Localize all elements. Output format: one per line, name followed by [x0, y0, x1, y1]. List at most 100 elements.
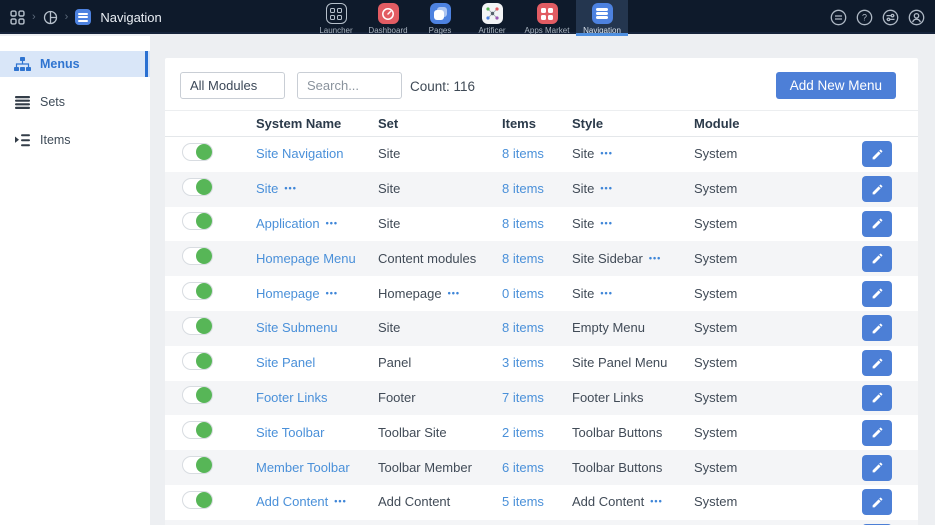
- menu-enabled-toggle[interactable]: [182, 491, 213, 509]
- tab-navigation[interactable]: Navigation: [576, 0, 628, 36]
- module-label: System: [694, 251, 737, 266]
- items-count-link[interactable]: 6 items: [502, 460, 544, 475]
- items-count-link[interactable]: 5 items: [502, 494, 544, 509]
- tab-launcher[interactable]: Launcher: [310, 0, 362, 36]
- module-label: System: [694, 216, 737, 231]
- menu-name-link[interactable]: Footer Links: [256, 390, 328, 405]
- menu-enabled-toggle[interactable]: [182, 178, 213, 196]
- site-circle-icon[interactable]: [43, 10, 58, 25]
- ellipsis-icon[interactable]: •••: [600, 218, 612, 228]
- ellipsis-icon[interactable]: •••: [326, 218, 338, 228]
- search-input[interactable]: [297, 72, 402, 99]
- tab-artificer[interactable]: Artificer: [466, 0, 518, 36]
- menu-name-link[interactable]: Site Submenu: [256, 320, 338, 335]
- tab-dashboard[interactable]: Dashboard: [362, 0, 414, 36]
- set-label: Site: [378, 216, 400, 231]
- menu-name-link[interactable]: Site: [256, 181, 278, 196]
- tab-pages[interactable]: Pages: [414, 0, 466, 36]
- set-label: Site: [378, 146, 400, 161]
- menu-enabled-toggle[interactable]: [182, 212, 213, 230]
- sidebar-item-items[interactable]: Items: [0, 127, 150, 153]
- edit-button[interactable]: [862, 420, 892, 446]
- table-row: Application••• Site••• 8 items Site••• S…: [165, 207, 918, 242]
- items-count-link[interactable]: 8 items: [502, 216, 544, 231]
- menu-enabled-toggle[interactable]: [182, 143, 213, 161]
- edit-button[interactable]: [862, 315, 892, 341]
- ellipsis-icon[interactable]: •••: [284, 183, 296, 193]
- help-icon[interactable]: ?: [856, 9, 873, 26]
- pages-stack-icon: [430, 3, 451, 24]
- ellipsis-icon[interactable]: •••: [326, 288, 338, 298]
- sitemap-icon: [14, 57, 31, 72]
- ellipsis-icon[interactable]: •••: [600, 288, 612, 298]
- edit-button[interactable]: [862, 455, 892, 481]
- table-row: Site Navigation••• Site••• 8 items Site•…: [165, 137, 918, 172]
- add-new-menu-button[interactable]: Add New Menu: [776, 72, 896, 99]
- ellipsis-icon[interactable]: •••: [649, 253, 661, 263]
- style-label: Toolbar Buttons: [572, 425, 662, 440]
- table-row: Add Content••• Add Content••• 5 items Ad…: [165, 485, 918, 520]
- main-content: All Modules Count: 116 Add New Menu Syst…: [150, 36, 935, 525]
- column-header-module: Module: [694, 116, 862, 131]
- style-label: Add Content: [572, 494, 644, 509]
- menu-name-link[interactable]: Add Content: [256, 494, 328, 509]
- table-row-partial: [165, 520, 918, 525]
- items-count-link[interactable]: 2 items: [502, 425, 544, 440]
- column-header-set: Set: [378, 116, 502, 131]
- menu-enabled-toggle[interactable]: [182, 282, 213, 300]
- edit-button[interactable]: [862, 281, 892, 307]
- edit-button[interactable]: [862, 141, 892, 167]
- menu-enabled-toggle[interactable]: [182, 386, 213, 404]
- menu-name-link[interactable]: Site Toolbar: [256, 425, 324, 440]
- sidebar: Menus Sets Items: [0, 36, 150, 525]
- style-label: Site Sidebar: [572, 251, 643, 266]
- menu-enabled-toggle[interactable]: [182, 456, 213, 474]
- indented-list-icon: [14, 133, 31, 148]
- edit-button[interactable]: [862, 211, 892, 237]
- edit-button[interactable]: [862, 176, 892, 202]
- items-count-link[interactable]: 8 items: [502, 320, 544, 335]
- menu-name-link[interactable]: Member Toolbar: [256, 460, 350, 475]
- ellipsis-icon[interactable]: •••: [600, 148, 612, 158]
- ellipsis-icon[interactable]: •••: [448, 288, 460, 298]
- style-label: Site: [572, 181, 594, 196]
- edit-button[interactable]: [862, 385, 892, 411]
- sidebar-item-menus[interactable]: Menus: [0, 51, 150, 77]
- menu-enabled-toggle[interactable]: [182, 317, 213, 335]
- ellipsis-icon[interactable]: •••: [650, 496, 662, 506]
- ellipsis-icon[interactable]: •••: [600, 183, 612, 193]
- edit-button[interactable]: [862, 350, 892, 376]
- sidebar-item-sets[interactable]: Sets: [0, 89, 150, 115]
- profile-icon[interactable]: [908, 9, 925, 26]
- items-count-link[interactable]: 8 items: [502, 251, 544, 266]
- menu-name-link[interactable]: Homepage: [256, 286, 320, 301]
- settings-icon[interactable]: [882, 9, 899, 26]
- column-header-style: Style: [572, 116, 694, 131]
- ellipsis-icon[interactable]: •••: [334, 496, 346, 506]
- menu-name-link[interactable]: Application: [256, 216, 320, 231]
- items-count-link[interactable]: 7 items: [502, 390, 544, 405]
- edit-button[interactable]: [862, 489, 892, 515]
- menu-enabled-toggle[interactable]: [182, 247, 213, 265]
- menus-card: All Modules Count: 116 Add New Menu Syst…: [165, 58, 918, 525]
- dashboard-gauge-icon: [378, 3, 399, 24]
- table-row: Site Submenu••• Site••• 8 items Empty Me…: [165, 311, 918, 346]
- style-label: Toolbar Buttons: [572, 460, 662, 475]
- menu-enabled-toggle[interactable]: [182, 352, 213, 370]
- menu-enabled-toggle[interactable]: [182, 421, 213, 439]
- tab-apps-market[interactable]: Apps Market: [518, 0, 576, 36]
- apps-grid-icon[interactable]: [10, 10, 25, 25]
- message-icon[interactable]: [830, 9, 847, 26]
- items-count-link[interactable]: 3 items: [502, 355, 544, 370]
- module-filter-select[interactable]: All Modules: [180, 72, 285, 99]
- items-count-link[interactable]: 8 items: [502, 146, 544, 161]
- launcher-grid-icon: [326, 3, 347, 24]
- items-count-link[interactable]: 8 items: [502, 181, 544, 196]
- menu-name-link[interactable]: Homepage Menu: [256, 251, 356, 266]
- set-label: Site: [378, 320, 400, 335]
- set-label: Panel: [378, 355, 411, 370]
- menu-name-link[interactable]: Site Navigation: [256, 146, 343, 161]
- menu-name-link[interactable]: Site Panel: [256, 355, 315, 370]
- edit-button[interactable]: [862, 246, 892, 272]
- items-count-link[interactable]: 0 items: [502, 286, 544, 301]
